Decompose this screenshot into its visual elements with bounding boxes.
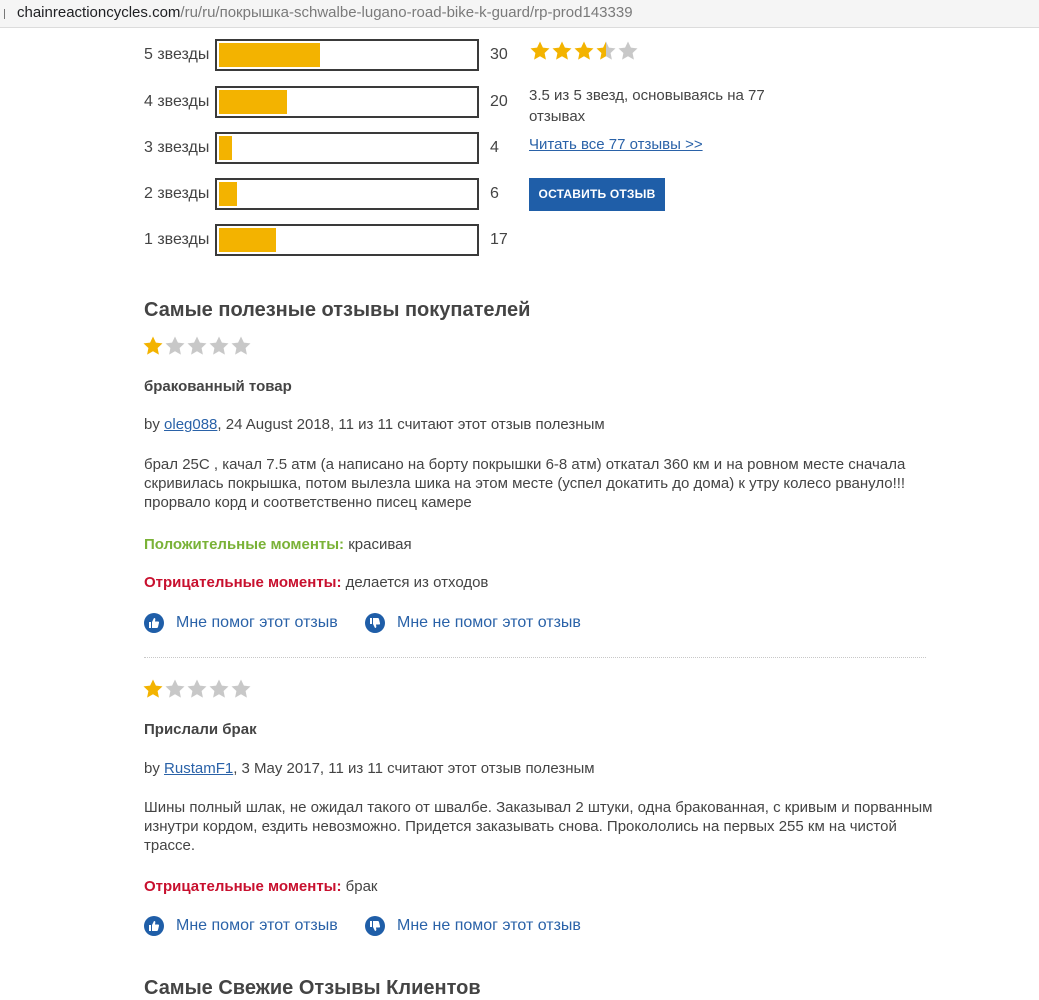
leave-review-button[interactable]: ОСТАВИТЬ ОТЗЫВ <box>529 178 665 211</box>
helpful-no-label: Мне не помог этот отзыв <box>397 917 581 934</box>
histogram-bar <box>215 132 479 164</box>
thumbs-up-icon <box>144 916 164 936</box>
histogram-count: 17 <box>490 231 508 248</box>
star-icon <box>617 40 639 62</box>
review-byline: by RustamF1, 3 May 2017, 11 из 11 считаю… <box>144 759 595 779</box>
review-rating-stars <box>142 678 252 700</box>
histogram-bar <box>215 39 479 71</box>
star-icon <box>208 678 230 700</box>
star-icon <box>186 335 208 357</box>
review-rating-stars <box>142 335 252 357</box>
review-body: Шины полный шлак, не ожидал такого от шв… <box>144 799 933 854</box>
cons-text: делается из отходов <box>341 574 489 591</box>
star-icon <box>551 40 573 62</box>
histogram-label: 2 звезды <box>144 185 210 202</box>
histogram-fill <box>219 136 232 160</box>
url-domain: chainreactioncycles.com <box>17 4 181 21</box>
review-author-link[interactable]: RustamF1 <box>164 760 233 777</box>
byline-prefix: by <box>144 760 165 777</box>
address-bar[interactable]: chainreactioncycles.com/ru/ru/покрышка-s… <box>0 0 1039 28</box>
star-icon <box>208 335 230 357</box>
histogram-count: 4 <box>490 139 499 156</box>
thumbs-down-icon <box>365 613 385 633</box>
histogram-count: 30 <box>490 46 508 63</box>
star-icon <box>529 40 551 62</box>
review-body: брал 25C , качал 7.5 атм (а написано на … <box>144 456 906 511</box>
cons-label: Отрицательные моменты: <box>144 574 342 591</box>
star-icon <box>595 40 617 62</box>
latest-reviews-heading: Самые Свежие Отзывы Клиентов <box>144 977 481 999</box>
star-icon <box>230 335 252 357</box>
histogram-label: 1 звезды <box>144 231 210 248</box>
star-icon <box>164 335 186 357</box>
histogram-fill <box>219 182 237 206</box>
star-icon <box>230 678 252 700</box>
thumbs-up-icon <box>144 613 164 633</box>
histogram-fill <box>219 90 287 114</box>
helpful-yes-label: Мне помог этот отзыв <box>176 917 338 934</box>
pros-text: красивая <box>344 536 412 553</box>
pros-label: Положительные моменты: <box>144 536 345 553</box>
thumbs-down-icon <box>365 916 385 936</box>
url-text[interactable]: chainreactioncycles.com/ru/ru/покрышка-s… <box>17 0 633 26</box>
average-rating-text: 3.5 из 5 звезд, основываясь на 77 отзыва… <box>529 87 765 125</box>
byline-prefix: by <box>144 416 165 433</box>
read-all-reviews-link[interactable]: Читать все 77 отзывы >> <box>529 135 703 155</box>
review-cons: Отрицательные моменты: брак <box>144 877 378 897</box>
helpful-yes-label: Мне помог этот отзыв <box>176 614 338 631</box>
helpful-reviews-heading: Самые полезные отзывы покупателей <box>144 299 531 321</box>
review-byline: by oleg088, 24 August 2018, 11 из 11 счи… <box>144 415 605 435</box>
review-meta: , 3 May 2017, 11 из 11 считают этот отзы… <box>233 760 595 777</box>
cons-text: брак <box>341 878 378 895</box>
histogram-bar <box>215 178 479 210</box>
helpful-no-label: Мне не помог этот отзыв <box>397 614 581 631</box>
histogram-count: 6 <box>490 185 499 202</box>
star-icon <box>573 40 595 62</box>
cons-label: Отрицательные моменты: <box>144 878 342 895</box>
review-pros: Положительные моменты: красивая <box>144 535 412 555</box>
average-rating-stars <box>529 40 639 62</box>
histogram-label: 5 звезды <box>144 46 210 63</box>
review-divider <box>144 657 926 658</box>
star-icon <box>142 678 164 700</box>
histogram-label: 4 звезды <box>144 93 210 110</box>
histogram-count: 20 <box>490 93 508 110</box>
star-icon <box>164 678 186 700</box>
star-icon <box>142 335 164 357</box>
url-path: /ru/ru/покрышка-schwalbe-lugano-road-bik… <box>180 4 633 21</box>
histogram-fill <box>219 228 276 252</box>
histogram-label: 3 звезды <box>144 139 210 156</box>
histogram-bar <box>215 224 479 256</box>
review-title: бракованный товар <box>144 378 292 395</box>
histogram-fill <box>219 43 320 67</box>
review-meta: , 24 August 2018, 11 из 11 считают этот … <box>217 416 605 433</box>
review-cons: Отрицательные моменты: делается из отход… <box>144 573 488 593</box>
histogram-bar <box>215 86 479 118</box>
review-title: Прислали брак <box>144 721 257 738</box>
review-author-link[interactable]: oleg088 <box>164 416 217 433</box>
page-info-icon[interactable] <box>4 9 11 19</box>
star-icon <box>186 678 208 700</box>
